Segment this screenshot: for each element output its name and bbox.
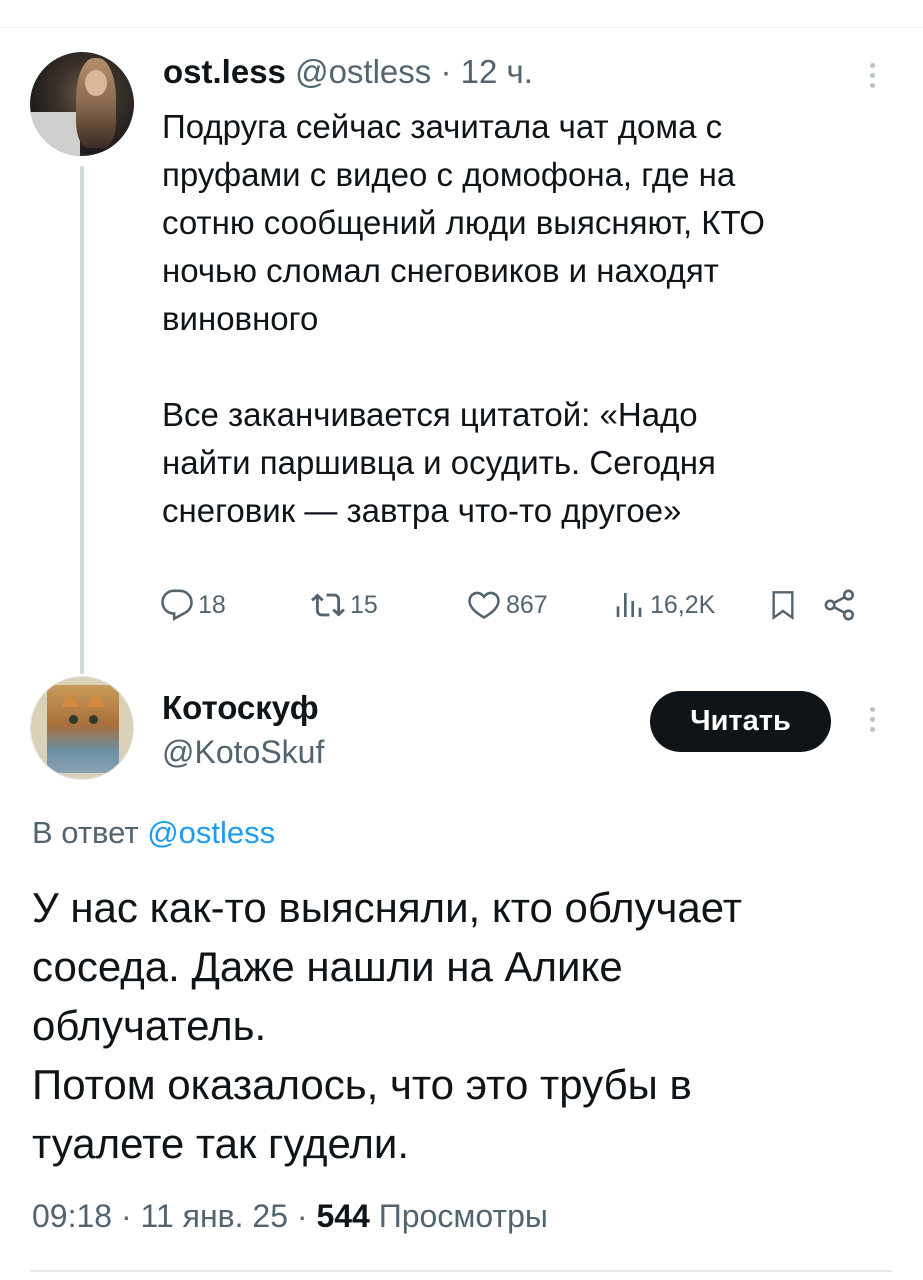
like-button[interactable]: 867 — [466, 582, 548, 628]
replying-to-line: В ответ @ostless — [32, 814, 275, 852]
parent-author-avatar[interactable] — [30, 52, 134, 156]
reply-tweet-meta: 09:18 · 11 янв. 25 · 544 Просмотры — [32, 1196, 548, 1236]
parent-tweet-header: ost.less @ostless · 12 ч. — [163, 53, 533, 91]
repost-icon — [311, 593, 345, 617]
avatar-painting — [47, 685, 119, 773]
share-button[interactable] — [822, 582, 858, 628]
parent-tweet-text: Подруга сейчас зачитала чат дома с пруфа… — [162, 108, 765, 529]
replying-to-mention[interactable]: @ostless — [147, 815, 275, 850]
cat-ear-left — [61, 691, 79, 707]
views-icon — [616, 593, 642, 617]
reply-author-handle[interactable]: @KotoSkuf — [162, 733, 324, 771]
meta-separator-2: · — [296, 1198, 308, 1234]
parent-author-name[interactable]: ost.less — [163, 53, 286, 90]
parent-more-icon[interactable] — [862, 58, 882, 94]
reply-more-icon[interactable] — [862, 702, 882, 738]
parent-author-handle[interactable]: @ostless — [295, 53, 431, 90]
reply-views-count: 544 — [316, 1198, 370, 1234]
header-separator: · — [440, 53, 452, 90]
meta-separator-1: · — [120, 1198, 132, 1234]
cat-eye-left — [69, 715, 78, 724]
share-icon — [824, 589, 855, 621]
top-divider — [0, 27, 923, 28]
parent-tweet-time[interactable]: 12 ч. — [461, 53, 533, 90]
thread-connector-line — [80, 166, 84, 674]
parent-tweet-actions: 18 15 867 16,2K — [160, 582, 880, 628]
cat-ear-right — [87, 691, 105, 707]
reply-date[interactable]: 11 янв. 25 — [141, 1198, 288, 1234]
cat-eye-right — [89, 715, 98, 724]
avatar-face — [85, 70, 107, 96]
reply-tweet-text: У нас как-то выясняли, кто облучает сосе… — [32, 884, 742, 1167]
views-count: 16,2K — [650, 590, 716, 619]
repost-count: 15 — [350, 590, 378, 619]
bookmark-button[interactable] — [767, 582, 799, 628]
reply-views-label: Просмотры — [378, 1198, 548, 1234]
bookmark-icon — [772, 591, 794, 620]
repost-button[interactable]: 15 — [310, 582, 378, 628]
follow-button[interactable]: Читать — [650, 691, 831, 752]
bottom-divider — [30, 1270, 892, 1272]
reply-author-avatar[interactable] — [30, 676, 134, 780]
reply-author-name[interactable]: Котоскуф — [162, 689, 319, 727]
reply-button[interactable]: 18 — [160, 582, 226, 628]
like-icon — [468, 591, 500, 619]
views-button[interactable]: 16,2K — [614, 582, 715, 628]
reply-time[interactable]: 09:18 — [32, 1198, 112, 1234]
reply-count: 18 — [198, 590, 226, 619]
replying-to-prefix: В ответ — [32, 815, 139, 850]
avatar-background — [30, 112, 80, 156]
like-count: 867 — [506, 590, 548, 619]
reply-icon — [161, 589, 193, 621]
